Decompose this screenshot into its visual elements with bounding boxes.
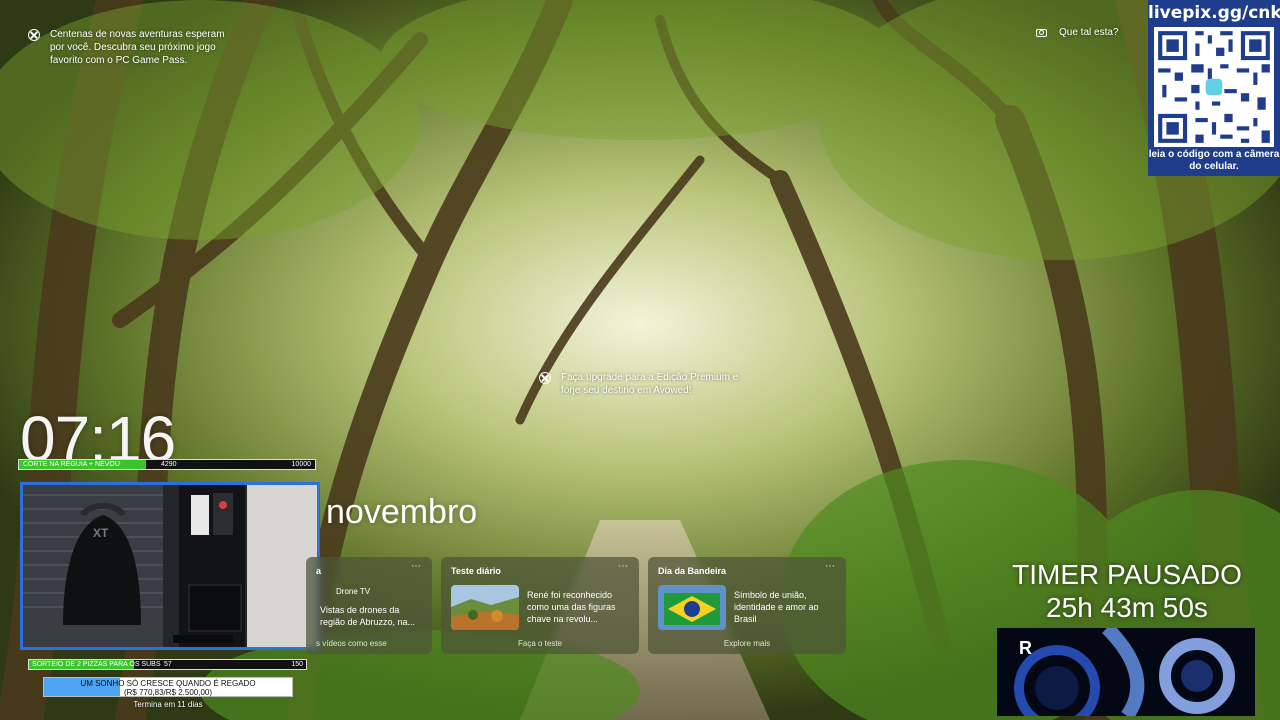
lockscreen-date: novembro: [326, 493, 478, 531]
xbox-icon: [539, 372, 551, 384]
more-options-icon[interactable]: ⋯: [411, 561, 422, 572]
donation-title: UM SONHO SÓ CRESCE QUANDO É REGADO: [80, 679, 256, 688]
qr-caption: leia o código com a câmera do celular.: [1148, 149, 1280, 172]
qr-code: [1154, 27, 1274, 147]
avowed-notification[interactable]: Faça upgrade para a Edição Premium e for…: [539, 371, 749, 397]
spotlight-label: Que tal esta?: [1059, 27, 1119, 38]
stream-timer: TIMER PAUSADO 25h 43m 50s: [997, 558, 1257, 624]
card-flag-day[interactable]: Dia da Bandeira ⋯ Símbolo de união, iden…: [648, 557, 846, 654]
card-title: Teste diário: [451, 566, 501, 576]
webcam-feed: XT: [20, 482, 320, 650]
card-image: [451, 585, 519, 630]
goal-current: 4290: [161, 461, 177, 468]
timer-status: TIMER PAUSADO: [1012, 559, 1242, 590]
timer-value: 25h 43m 50s: [1046, 592, 1208, 623]
card-link[interactable]: Explore mais: [648, 639, 846, 648]
card-daily-quiz[interactable]: Teste diário ⋯ René foi reconhecido como…: [441, 557, 639, 654]
spotlight-like-button[interactable]: Que tal esta?: [1036, 27, 1118, 38]
brazil-flag-image: [658, 585, 726, 630]
goal-label: SORTEIO DE 2 PIZZAS PARA OS SUBS: [32, 661, 161, 668]
gamepass-notification-text: Centenas de novas aventuras esperam por …: [50, 29, 225, 66]
livepix-qr-overlay: livepix.gg/cnk leia o código com a câmer…: [1148, 0, 1280, 176]
card-drone-video[interactable]: a ⋯ Drone TV Vistas de drones da região …: [306, 557, 432, 654]
donation-goal-text: UM SONHO SÓ CRESCE QUANDO É REGADO (R$ 7…: [44, 679, 292, 697]
qr-url: livepix.gg/cnk: [1148, 3, 1280, 23]
goal-bar-haircut: CORTE NA RÉGUIA + NEVOU 4290 10000: [18, 459, 316, 470]
card-source: Drone TV: [336, 587, 371, 596]
card-link[interactable]: s vídeos como esse: [316, 639, 432, 648]
more-options-icon[interactable]: ⋯: [618, 561, 629, 572]
gamepass-notification[interactable]: Centenas de novas aventuras esperam por …: [28, 28, 238, 67]
avowed-notification-text: Faça upgrade para a Edição Premium e for…: [561, 372, 739, 396]
goal-bar-pizza: SORTEIO DE 2 PIZZAS PARA OS SUBS 57 150: [28, 659, 307, 670]
donation-amounts: (R$ 770,83/R$ 2.500,00): [123, 688, 213, 697]
promo-letter: R: [1019, 638, 1032, 658]
card-title: Dia da Bandeira: [658, 566, 727, 576]
svg-text:XT: XT: [93, 526, 109, 540]
camera-icon: [1036, 28, 1047, 37]
donation-footer: Termina em 11 dias: [133, 700, 203, 709]
xbox-icon: [28, 29, 40, 41]
goal-label: CORTE NA RÉGUIA + NEVOU: [23, 461, 120, 468]
more-options-icon[interactable]: ⋯: [825, 561, 836, 572]
card-title: a: [316, 566, 322, 576]
promo-banner: R: [997, 628, 1255, 716]
goal-target: 10000: [291, 461, 311, 468]
goal-target: 150: [291, 661, 303, 668]
card-text: Vistas de drones da região de Abruzzo, n…: [320, 605, 416, 627]
goal-current: 57: [164, 661, 172, 668]
donation-goal-bar: UM SONHO SÓ CRESCE QUANDO É REGADO (R$ 7…: [43, 677, 293, 697]
card-text: René foi reconhecido como uma das figura…: [527, 590, 616, 624]
card-text: Símbolo de união, identidade e amor ao B…: [734, 590, 819, 624]
card-link[interactable]: Faça o teste: [441, 639, 639, 648]
